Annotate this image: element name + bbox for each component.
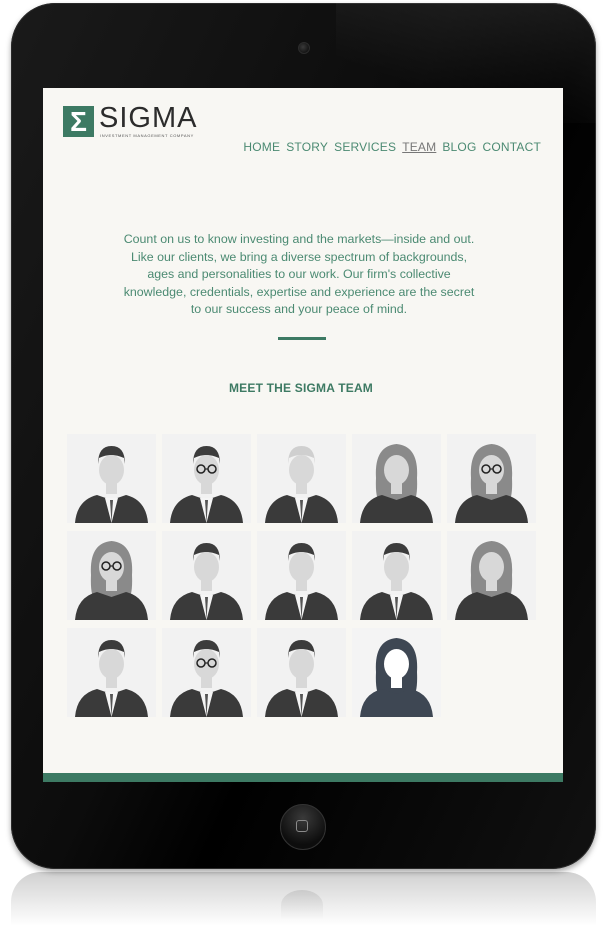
section-divider bbox=[278, 337, 326, 340]
portrait-man-photo[interactable] bbox=[67, 434, 156, 523]
sigma-logo-mark-icon: Σ bbox=[63, 106, 94, 137]
portrait-woman-long-hair-photo[interactable] bbox=[352, 434, 441, 523]
nav-story[interactable]: STORY bbox=[286, 140, 328, 154]
portrait-man-photo[interactable] bbox=[352, 531, 441, 620]
nav-services[interactable]: SERVICES bbox=[334, 140, 396, 154]
home-square-icon bbox=[296, 820, 308, 832]
portrait-woman-glasses-photo[interactable] bbox=[447, 434, 536, 523]
brand-tagline: INVESTMENT MANAGEMENT COMPANY bbox=[100, 133, 194, 138]
nav-contact[interactable]: CONTACT bbox=[482, 140, 541, 154]
team-heading: MEET THE SIGMA TEAM bbox=[228, 380, 374, 395]
nav-team[interactable]: TEAM bbox=[402, 140, 436, 154]
brand-name: SIGMA bbox=[99, 102, 198, 134]
footer-bar bbox=[43, 773, 563, 782]
device-reflection bbox=[11, 872, 596, 932]
portrait-man-photo[interactable] bbox=[257, 628, 346, 717]
home-button[interactable] bbox=[280, 804, 326, 850]
nav-blog[interactable]: BLOG bbox=[442, 140, 476, 154]
sigma-logo[interactable]: Σ SIGMA INVESTMENT MANAGEMENT COMPANY bbox=[63, 102, 203, 140]
portrait-man-glasses-photo[interactable] bbox=[162, 434, 251, 523]
portrait-man-young-photo[interactable] bbox=[67, 628, 156, 717]
placeholder-woman-silhouette-icon[interactable] bbox=[352, 628, 441, 717]
team-photo-grid bbox=[67, 434, 542, 717]
intro-paragraph: Count on us to know investing and the ma… bbox=[123, 232, 475, 317]
portrait-woman-photo[interactable] bbox=[447, 531, 536, 620]
portrait-woman-glasses-photo[interactable] bbox=[67, 531, 156, 620]
reflection-button bbox=[281, 890, 323, 920]
portrait-man-glasses-photo[interactable] bbox=[162, 628, 251, 717]
camera-icon bbox=[298, 42, 310, 54]
main-nav: HOME STORY SERVICES TEAM BLOG CONTACT bbox=[243, 140, 541, 154]
portrait-man-bald-photo[interactable] bbox=[257, 434, 346, 523]
website-screen: Σ SIGMA INVESTMENT MANAGEMENT COMPANY HO… bbox=[43, 88, 563, 782]
nav-home[interactable]: HOME bbox=[243, 140, 280, 154]
portrait-man-photo[interactable] bbox=[162, 531, 251, 620]
portrait-man-photo[interactable] bbox=[257, 531, 346, 620]
